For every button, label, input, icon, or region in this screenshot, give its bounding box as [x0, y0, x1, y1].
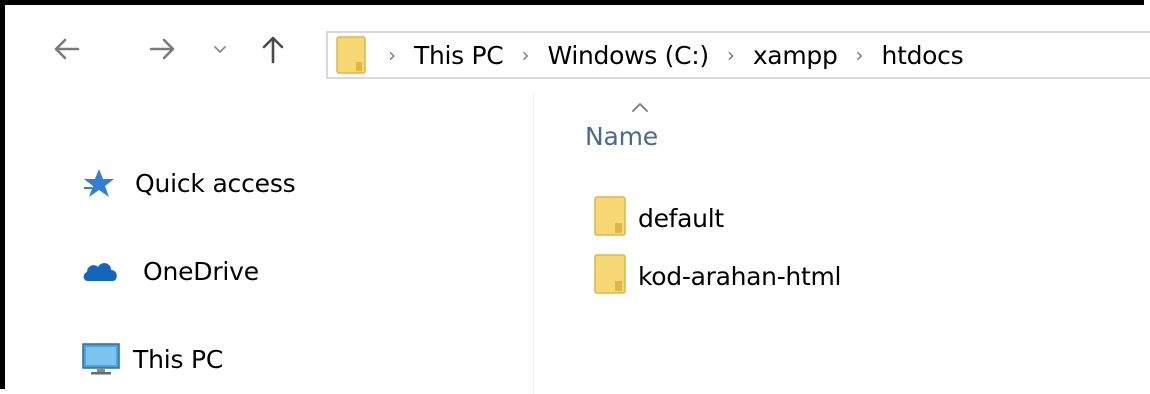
star-icon — [82, 168, 120, 198]
sidebar-item-quick-access[interactable]: Quick access — [82, 163, 296, 203]
chevron-up-icon — [631, 98, 649, 117]
address-bar[interactable]: › This PC › Windows (C:) › xampp › htdoc… — [326, 31, 1150, 79]
breadcrumb-windows-c[interactable]: Windows (C:) — [547, 41, 709, 70]
sidebar-item-label: Quick access — [135, 168, 296, 198]
folder-icon — [594, 254, 626, 298]
back-button[interactable] — [48, 10, 84, 88]
breadcrumb-this-pc[interactable]: This PC — [414, 41, 504, 70]
recent-locations-button[interactable] — [208, 10, 232, 88]
folder-icon — [336, 36, 366, 74]
chevron-down-icon — [214, 46, 226, 53]
explorer-window: › This PC › Windows (C:) › xampp › htdoc… — [0, 0, 1150, 394]
folder-icon — [594, 196, 626, 240]
navigation-bar: › This PC › Windows (C:) › xampp › htdoc… — [10, 10, 1150, 92]
breadcrumb-separator-icon: › — [855, 43, 864, 67]
monitor-icon — [82, 342, 120, 376]
up-button[interactable] — [256, 10, 290, 88]
navigation-pane: Quick access OneDrive This PC — [10, 92, 534, 394]
cloud-icon — [82, 259, 120, 283]
column-header-name[interactable]: Name — [585, 122, 658, 151]
breadcrumb-htdocs[interactable]: htdocs — [882, 41, 964, 70]
arrow-up-icon — [262, 36, 284, 64]
sidebar-item-this-pc[interactable]: This PC — [82, 339, 223, 379]
file-name: default — [638, 203, 724, 233]
breadcrumb-xampp[interactable]: xampp — [753, 41, 838, 70]
breadcrumb-separator-icon: › — [726, 43, 735, 67]
arrow-left-icon — [54, 38, 80, 60]
file-name: kod-arahan-html — [638, 261, 842, 291]
file-list: Name default kod-arahan-html — [534, 92, 1149, 394]
list-item[interactable]: kod-arahan-html — [594, 254, 842, 298]
sidebar-item-onedrive[interactable]: OneDrive — [82, 251, 259, 291]
sidebar-item-label: OneDrive — [143, 256, 259, 286]
breadcrumb-separator-icon: › — [388, 43, 396, 67]
breadcrumb-separator-icon: › — [521, 43, 530, 67]
sidebar-item-label: This PC — [133, 344, 224, 374]
forward-button[interactable] — [145, 10, 181, 88]
list-item[interactable]: default — [594, 196, 724, 240]
arrow-right-icon — [149, 38, 175, 60]
